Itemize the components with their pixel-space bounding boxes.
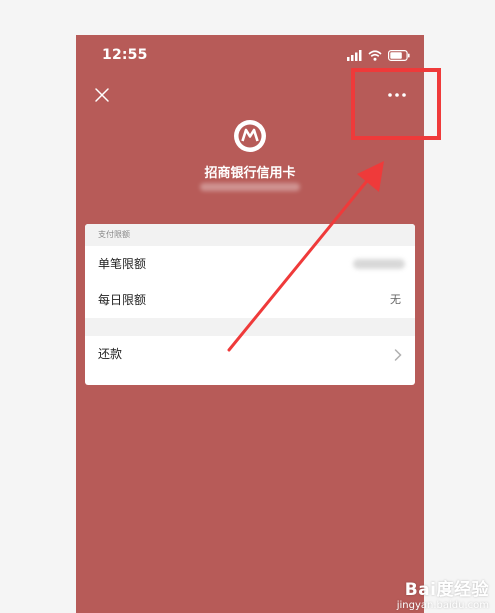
cmb-logo-icon xyxy=(234,120,266,152)
close-icon xyxy=(95,88,109,102)
wifi-icon xyxy=(368,49,382,61)
signal-icon xyxy=(347,49,362,61)
battery-icon xyxy=(388,49,410,61)
status-icons xyxy=(347,49,410,61)
section-gap xyxy=(85,318,415,336)
chevron-right-icon xyxy=(394,349,402,361)
repay-label: 还款 xyxy=(98,347,123,361)
status-time: 12:55 xyxy=(102,47,148,63)
card-details-panel: 支付限额 单笔限额 每日限额 无 还款 xyxy=(85,224,415,385)
single-limit-value-redacted xyxy=(353,259,405,269)
repay-row[interactable]: 还款 xyxy=(85,336,415,373)
watermark-brand: Bai度经验 xyxy=(404,580,489,600)
card-number-redacted xyxy=(200,183,300,191)
daily-limit-row: 每日限额 无 xyxy=(85,282,415,318)
close-button[interactable] xyxy=(92,85,112,105)
payment-limit-section-header: 支付限额 xyxy=(85,224,415,246)
bank-name: 招商银行信用卡 xyxy=(204,166,296,181)
single-limit-label: 单笔限额 xyxy=(98,257,147,271)
watermark-domain: jingyan.baidu.com xyxy=(396,600,489,611)
daily-limit-label: 每日限额 xyxy=(98,293,147,307)
bank-logo xyxy=(233,119,267,153)
annotation-highlight-box xyxy=(351,68,441,140)
single-limit-row: 单笔限额 xyxy=(85,246,415,282)
daily-limit-value: 无 xyxy=(390,293,401,306)
baidu-watermark: Bai度经验 jingyan.baidu.com xyxy=(397,575,489,611)
